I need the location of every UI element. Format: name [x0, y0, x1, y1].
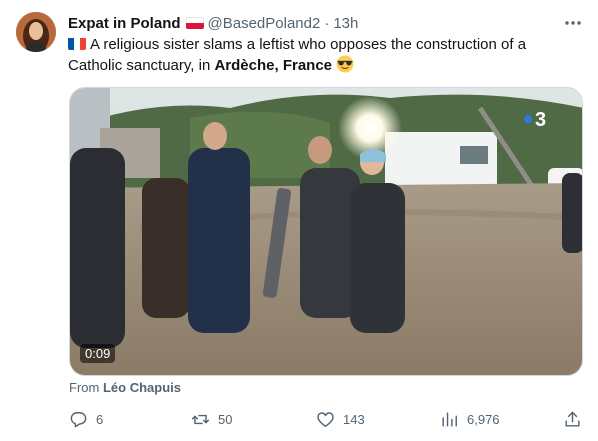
share-button[interactable]: [563, 407, 590, 431]
repost-button[interactable]: 50: [191, 407, 232, 431]
like-button[interactable]: 143: [316, 407, 365, 431]
more-options-icon[interactable]: [563, 13, 583, 33]
svg-text:3: 3: [535, 109, 546, 131]
separator: ·: [324, 14, 330, 32]
france-flag-icon: [68, 37, 86, 50]
share-icon: [565, 411, 580, 427]
display-name[interactable]: Expat in Poland: [68, 15, 181, 32]
sunglasses-emoji-icon: [336, 55, 354, 73]
video-player[interactable]: 3: [69, 87, 583, 376]
heart-icon: [317, 411, 334, 427]
handle[interactable]: @BasedPoland2: [208, 15, 321, 32]
reply-button[interactable]: 6: [69, 407, 103, 431]
video-duration: 0:09: [80, 344, 116, 363]
from-author-link[interactable]: Léo Chapuis: [103, 380, 181, 395]
repost-count: 50: [218, 411, 233, 427]
video-attribution: From Léo Chapuis: [69, 380, 181, 395]
from-label: From: [69, 380, 100, 395]
timestamp[interactable]: 13h: [333, 15, 358, 32]
avatar[interactable]: [16, 12, 56, 52]
tweet-header: Expat in Poland @BasedPoland2 · 13h: [68, 13, 358, 33]
views-chart-icon: [442, 411, 457, 427]
views-button[interactable]: 6,976: [440, 407, 500, 431]
reply-count: 6: [96, 411, 104, 427]
like-count: 143: [343, 411, 365, 427]
tweet-actions: 6 50 143 6,976: [69, 407, 583, 431]
tweet-text-location: Ardèche, France: [214, 57, 333, 74]
repost-icon: [191, 414, 210, 424]
video-frame: 3: [70, 88, 582, 375]
tweet-text: A religious sister slams a leftist who o…: [68, 35, 578, 76]
view-count: 6,976: [467, 411, 500, 427]
reply-icon: [70, 411, 87, 427]
poland-flag-icon: [185, 17, 204, 29]
tweet[interactable]: Expat in Poland @BasedPoland2 · 13h A re…: [0, 0, 598, 441]
